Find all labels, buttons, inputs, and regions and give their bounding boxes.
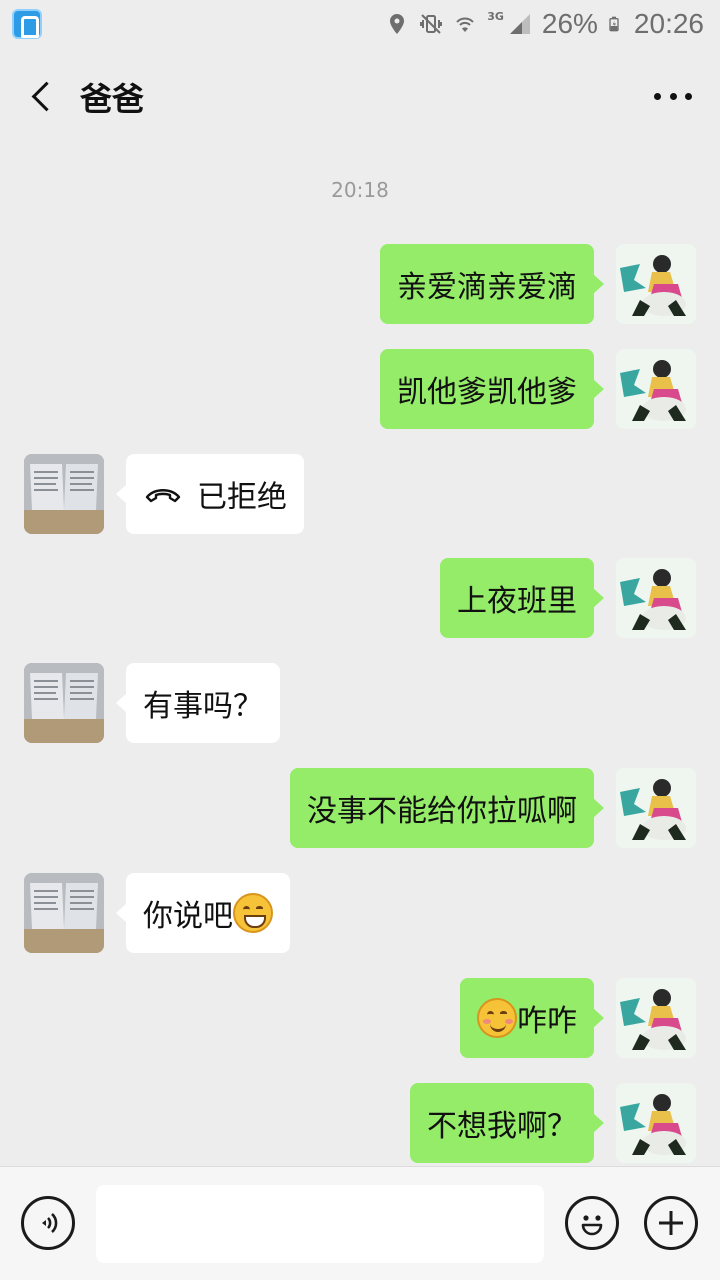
message-timestamp: 20:18 [331, 178, 389, 202]
chat-header: 爸爸 [0, 48, 720, 144]
emoji-icon[interactable] [565, 1196, 619, 1250]
message-row: 咋咋 [0, 978, 720, 1058]
message-text: 你说吧 [143, 899, 233, 934]
my-message-bubble[interactable]: 咋咋 [460, 978, 604, 1058]
status-indicators: 3G 26% 20:26 [385, 6, 704, 42]
message-row: 你说吧 [0, 873, 720, 953]
contact-avatar[interactable] [24, 663, 104, 743]
contact-message-bubble[interactable]: 有事吗？ [116, 663, 280, 743]
my-avatar[interactable] [616, 244, 696, 324]
grin-emoji [233, 893, 273, 933]
my-message-bubble[interactable]: 上夜班里 [440, 558, 604, 638]
message-text: 咋咋 [517, 1004, 577, 1039]
plus-icon[interactable] [644, 1196, 698, 1250]
message-row: 上夜班里 [0, 558, 720, 638]
network-type-label: 3G [487, 9, 504, 23]
my-avatar[interactable] [616, 978, 696, 1058]
status-time: 20:26 [633, 8, 704, 39]
vibrate-off-icon [420, 14, 443, 34]
message-row: 有事吗？ [0, 663, 720, 743]
message-row: 凯他爹凯他爹 [0, 349, 720, 429]
input-bar [0, 1166, 720, 1280]
smirk-emoji [477, 998, 517, 1038]
battery-charging-icon [609, 16, 619, 32]
phone-hangup-icon [145, 489, 181, 503]
my-avatar[interactable] [616, 349, 696, 429]
message-row: 已拒绝 [0, 454, 720, 534]
message-row: 亲爱滴亲爱滴 [0, 244, 720, 324]
message-list[interactable]: 20:18 亲爱滴亲爱滴 凯他爹凯他爹 已拒绝 上夜班里 有事吗？ 没事不能给你… [0, 144, 720, 1166]
my-avatar[interactable] [616, 558, 696, 638]
contact-message-bubble[interactable]: 你说吧 [116, 873, 290, 953]
message-row: 没事不能给你拉呱啊 [0, 768, 720, 848]
my-avatar[interactable] [616, 1083, 696, 1163]
location-icon [390, 14, 405, 34]
chevron-left-icon[interactable] [18, 72, 66, 120]
message-input[interactable] [96, 1185, 544, 1263]
signal-icon [509, 14, 530, 34]
wifi-icon [456, 17, 474, 32]
contact-avatar[interactable] [24, 454, 104, 534]
status-bar: 3G 26% 20:26 [0, 0, 720, 48]
app-notification-icon [12, 9, 42, 39]
voice-icon[interactable] [21, 1196, 75, 1250]
my-message-bubble[interactable]: 不想我啊？ [410, 1083, 604, 1163]
contact-avatar[interactable] [24, 873, 104, 953]
my-avatar[interactable] [616, 768, 696, 848]
message-row: 不想我啊？ [0, 1083, 720, 1163]
contact-message-bubble[interactable]: 已拒绝 [116, 454, 304, 534]
page-title: 爸爸 [80, 80, 145, 118]
more-dots-icon[interactable] [648, 76, 698, 116]
battery-percent: 26% [541, 8, 598, 39]
my-message-bubble[interactable]: 没事不能给你拉呱啊 [290, 768, 604, 848]
my-message-bubble[interactable]: 亲爱滴亲爱滴 [380, 244, 604, 324]
message-text: 已拒绝 [197, 480, 287, 515]
my-message-bubble[interactable]: 凯他爹凯他爹 [380, 349, 604, 429]
